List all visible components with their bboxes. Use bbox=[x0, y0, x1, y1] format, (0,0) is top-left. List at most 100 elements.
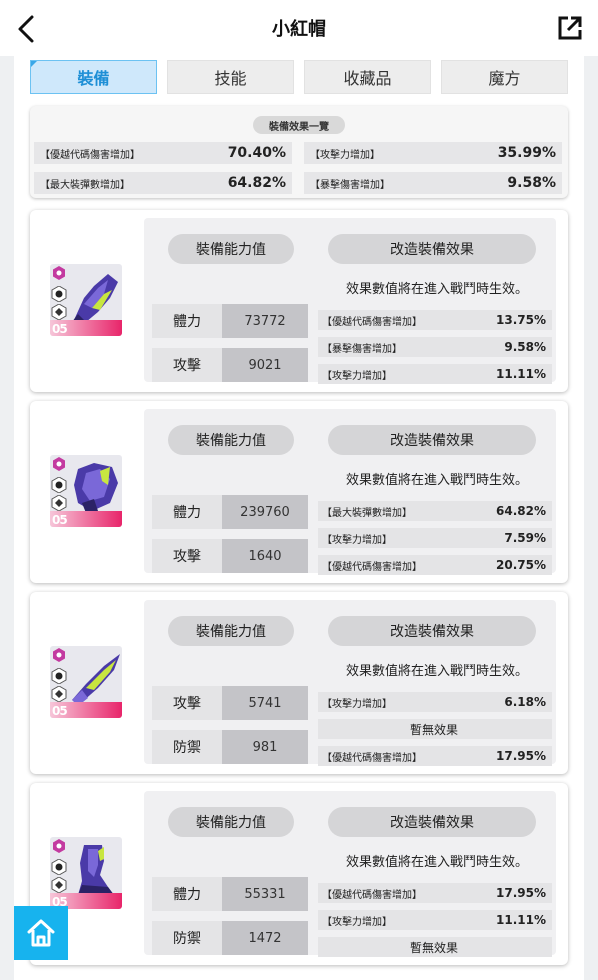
effects-title: 改造裝備效果 bbox=[328, 807, 536, 837]
tab-collection[interactable]: 收藏品 bbox=[304, 60, 431, 94]
equipment-card[interactable]: 05 裝備能力值 改造裝備效果 效果數值將在進入戰鬥時生效。 體力 55331 … bbox=[30, 783, 568, 965]
effect-label: 【優越代碼傷害增加】 bbox=[322, 561, 422, 573]
tab-equipment[interactable]: 裝備 bbox=[30, 60, 157, 94]
effect-row: 【優越代碼傷害增加】 20.75% bbox=[318, 555, 552, 575]
stat-label: 攻擊 bbox=[152, 686, 222, 720]
stat-label: 攻擊 bbox=[152, 348, 222, 382]
stat-value: 981 bbox=[222, 730, 308, 764]
summary-label: 【暴擊傷害增加】 bbox=[310, 179, 390, 191]
equipment-level: 05 bbox=[52, 513, 68, 527]
equipment-level: 05 bbox=[52, 322, 68, 336]
summary-row: 【優越代碼傷害增加】 70.40% bbox=[34, 142, 292, 164]
equipment-detail-panel: 裝備能力值 改造裝備效果 效果數值將在進入戰鬥時生效。 攻擊 5741 防禦 9… bbox=[144, 600, 556, 766]
tab-skills[interactable]: 技能 bbox=[167, 60, 294, 94]
summary-row: 【最大裝彈數增加】 64.82% bbox=[34, 172, 292, 194]
effect-label: 【攻擊力增加】 bbox=[322, 534, 392, 546]
effect-row: 【優越代碼傷害增加】 17.95% bbox=[318, 746, 552, 766]
effects-note: 效果數值將在進入戰鬥時生效。 bbox=[346, 855, 529, 870]
stat-label: 體力 bbox=[152, 495, 222, 529]
stat-label: 體力 bbox=[152, 304, 222, 338]
equipment-thumbnail[interactable]: 05 bbox=[50, 646, 122, 718]
effects-note: 效果數值將在進入戰鬥時生效。 bbox=[346, 282, 529, 297]
rarity-hex-icon bbox=[53, 839, 65, 853]
effects-title: 改造裝備效果 bbox=[328, 616, 536, 646]
effect-row: 【最大裝彈數增加】 64.82% bbox=[318, 501, 552, 521]
equipment-thumbnail[interactable]: 05 bbox=[50, 264, 122, 336]
effect-row: 【攻擊力增加】 11.11% bbox=[318, 364, 552, 384]
effect-value: 11.11% bbox=[496, 367, 546, 381]
rarity-hex-icon bbox=[53, 266, 65, 280]
summary-row: 【暴擊傷害增加】 9.58% bbox=[304, 172, 562, 194]
slot-hex-icon bbox=[51, 859, 67, 875]
effect-label: 【優越代碼傷害增加】 bbox=[322, 889, 422, 901]
stat-value: 5741 bbox=[222, 686, 308, 720]
effects-title: 改造裝備效果 bbox=[328, 234, 536, 264]
effect-label: 【優越代碼傷害增加】 bbox=[322, 752, 422, 764]
effect-label: 【暴擊傷害增加】 bbox=[322, 343, 402, 355]
equipment-thumbnail[interactable]: 05 bbox=[50, 455, 122, 527]
rarity-hex-icon bbox=[53, 648, 65, 662]
effect-row: 【優越代碼傷害增加】 17.95% bbox=[318, 883, 552, 903]
back-arrow-icon[interactable] bbox=[12, 14, 42, 44]
equipment-effects-summary: 裝備效果一覽 【優越代碼傷害增加】 70.40% 【攻擊力增加】 35.99% … bbox=[30, 106, 568, 198]
summary-label: 【優越代碼傷害增加】 bbox=[40, 149, 140, 161]
effect-label: 【最大裝彈數增加】 bbox=[322, 507, 412, 519]
effect-label: 暫無效果 bbox=[409, 722, 458, 737]
effect-label: 【攻擊力增加】 bbox=[322, 370, 392, 382]
stat-label: 攻擊 bbox=[152, 539, 222, 573]
stat-value: 55331 bbox=[222, 877, 308, 911]
home-icon bbox=[27, 919, 55, 947]
effect-row: 【暴擊傷害增加】 9.58% bbox=[318, 337, 552, 357]
stat-value: 9021 bbox=[222, 348, 308, 382]
stats-title: 裝備能力值 bbox=[168, 616, 294, 646]
effect-value: 7.59% bbox=[504, 531, 546, 545]
effect-value: 20.75% bbox=[496, 558, 546, 572]
slot-hex-icon bbox=[51, 495, 67, 511]
effect-value: 17.95% bbox=[496, 886, 546, 900]
slot-hex-icon bbox=[51, 877, 67, 893]
main-content: 裝備 技能 收藏品 魔方 裝備效果一覽 【優越代碼傷害增加】 70.40% 【攻… bbox=[14, 56, 584, 980]
summary-value: 70.40% bbox=[227, 145, 286, 161]
home-button[interactable] bbox=[14, 906, 68, 960]
equipment-image-icon bbox=[74, 463, 118, 513]
summary-value: 35.99% bbox=[497, 145, 556, 161]
stat-value: 1640 bbox=[222, 539, 308, 573]
stats-title: 裝備能力值 bbox=[168, 425, 294, 455]
effects-title: 改造裝備效果 bbox=[328, 425, 536, 455]
slot-hex-icon bbox=[51, 286, 67, 302]
equipment-card[interactable]: 05 裝備能力值 改造裝備效果 效果數值將在進入戰鬥時生效。 體力 239760… bbox=[30, 401, 568, 583]
equipment-level: 05 bbox=[52, 704, 68, 718]
slot-hex-icon bbox=[51, 686, 67, 702]
equipment-detail-panel: 裝備能力值 改造裝備效果 效果數值將在進入戰鬥時生效。 體力 239760 攻擊… bbox=[144, 409, 556, 575]
tab-cube[interactable]: 魔方 bbox=[441, 60, 568, 94]
summary-row: 【攻擊力增加】 35.99% bbox=[304, 142, 562, 164]
slot-hex-icon bbox=[51, 304, 67, 320]
effect-value: 6.18% bbox=[504, 695, 546, 709]
summary-value: 9.58% bbox=[507, 175, 556, 191]
effect-label: 暫無效果 bbox=[409, 940, 458, 955]
equipment-thumbnail[interactable]: 05 bbox=[50, 837, 122, 909]
equipment-image-icon bbox=[72, 274, 118, 322]
stats-title: 裝備能力值 bbox=[168, 234, 294, 264]
effects-note: 效果數值將在進入戰鬥時生效。 bbox=[346, 473, 529, 488]
effect-label: 【攻擊力增加】 bbox=[322, 698, 392, 710]
external-link-icon[interactable] bbox=[556, 14, 584, 42]
effect-value: 9.58% bbox=[504, 340, 546, 354]
effect-value: 11.11% bbox=[496, 913, 546, 927]
slot-hex-icon bbox=[51, 668, 67, 684]
effect-value: 17.95% bbox=[496, 749, 546, 763]
summary-label: 【攻擊力增加】 bbox=[310, 149, 380, 161]
stat-value: 1472 bbox=[222, 921, 308, 955]
page-title: 小紅帽 bbox=[272, 19, 326, 40]
stats-title: 裝備能力值 bbox=[168, 807, 294, 837]
effect-row-empty: 暫無效果 bbox=[318, 719, 552, 739]
equipment-card[interactable]: 05 裝備能力值 改造裝備效果 效果數值將在進入戰鬥時生效。 攻擊 5741 防… bbox=[30, 592, 568, 774]
effect-label: 【優越代碼傷害增加】 bbox=[322, 316, 422, 328]
app-header: 小紅帽 bbox=[0, 0, 598, 56]
summary-label: 【最大裝彈數增加】 bbox=[40, 179, 130, 191]
stat-value: 239760 bbox=[222, 495, 308, 529]
summary-value: 64.82% bbox=[227, 175, 286, 191]
equipment-card[interactable]: 05 裝備能力值 改造裝備效果 效果數值將在進入戰鬥時生效。 體力 73772 … bbox=[30, 210, 568, 392]
stat-label: 防禦 bbox=[152, 921, 222, 955]
stat-value: 73772 bbox=[222, 304, 308, 338]
